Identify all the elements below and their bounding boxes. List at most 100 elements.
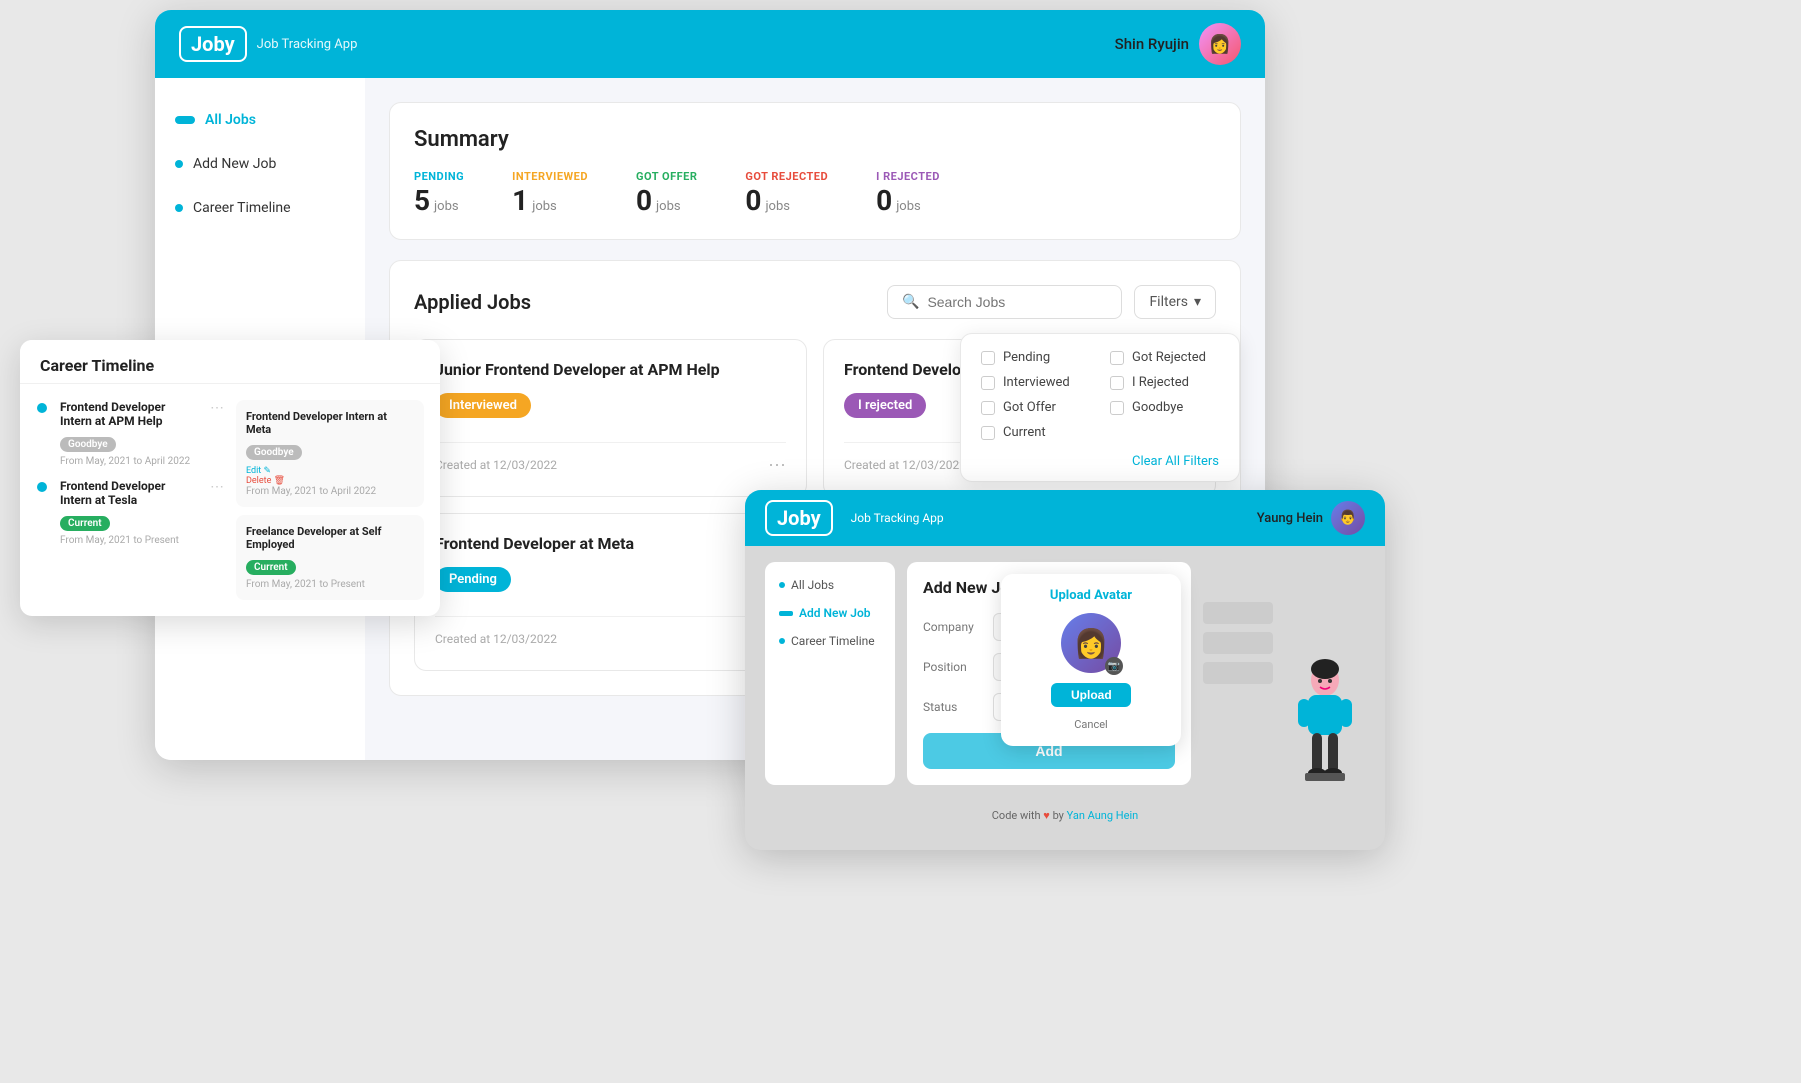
aj-nav-add-job[interactable]: Add New Job xyxy=(779,606,881,620)
aj-nav-career[interactable]: Career Timeline xyxy=(779,634,881,648)
stat-pending: PENDING 5 jobs xyxy=(414,170,464,215)
job-footer-1: Created at 12/03/2022 ⋯ xyxy=(435,442,786,476)
filter-option-interviewed[interactable]: Interviewed xyxy=(981,375,1090,390)
tl-job-title-1: Frontend Developer Intern at APM Help xyxy=(60,400,198,428)
filter-checkbox-i-rejected[interactable] xyxy=(1110,376,1124,390)
applied-jobs-header: Applied Jobs 🔍 Filters ▾ xyxy=(414,285,1216,319)
add-new-job-window: Joby Job Tracking App Yaung Hein 👨 All J… xyxy=(745,490,1385,850)
filter-label-got-rejected: Got Rejected xyxy=(1132,350,1206,365)
tl-card-title-1: Frontend Developer Intern at Meta xyxy=(246,410,414,436)
search-box[interactable]: 🔍 xyxy=(887,285,1122,319)
camera-icon: 📷 xyxy=(1105,657,1123,675)
add-job-logo-text: Joby xyxy=(777,506,821,530)
aj-nav-career-label: Career Timeline xyxy=(791,634,875,648)
right-input-2 xyxy=(1203,632,1273,654)
company-label: Company xyxy=(923,620,993,634)
stat-got-rejected-value: 0 xyxy=(745,184,761,217)
footer: Code with ♥ by Yan Aung Hein xyxy=(745,801,1385,830)
career-timeline-body: Frontend Developer Intern at APM Help Go… xyxy=(20,384,440,616)
aj-dash-add-job xyxy=(779,611,793,616)
add-job-header-right: Yaung Hein 👨 xyxy=(1257,501,1365,535)
header-right: Shin Ryujin 👩 xyxy=(1115,23,1241,65)
stat-interviewed-sub: jobs xyxy=(532,199,557,214)
filter-options: Pending Got Rejected Interviewed I xyxy=(981,350,1219,440)
add-job-form: Add New Job Company Position Status Pend… xyxy=(907,562,1191,785)
filter-checkbox-current[interactable] xyxy=(981,426,995,440)
job-footer-3: Created at 12/03/2022 ⋯ xyxy=(435,616,786,650)
job-date-1: Created at 12/03/2022 xyxy=(435,458,557,472)
sidebar-active-indicator xyxy=(175,116,195,124)
sidebar-dot-add xyxy=(175,160,183,168)
search-input[interactable] xyxy=(927,294,1107,310)
heart-icon: ♥ xyxy=(1043,809,1052,822)
girl-illustration-container xyxy=(1285,562,1365,785)
sidebar-dot-career xyxy=(175,204,183,212)
user-avatar: 👩 xyxy=(1199,23,1241,65)
aj-nav-all-jobs[interactable]: All Jobs xyxy=(779,578,881,592)
cancel-upload-button[interactable]: Cancel xyxy=(1074,718,1107,731)
logo-box: Joby xyxy=(179,26,247,62)
footer-text: Code with xyxy=(992,809,1041,822)
filter-label-got-offer: Got Offer xyxy=(1003,400,1056,415)
tl-job-title-2: Frontend Developer Intern at Tesla xyxy=(60,479,198,507)
sidebar-label-all-jobs: All Jobs xyxy=(205,112,256,128)
filter-option-pending[interactable]: Pending xyxy=(981,350,1090,365)
app-subtitle: Job Tracking App xyxy=(257,37,358,52)
tl-card-date-2: From May, 2021 to Present xyxy=(246,579,414,590)
add-job-user-name: Yaung Hein xyxy=(1257,511,1323,526)
filter-checkbox-got-offer[interactable] xyxy=(981,401,995,415)
add-job-avatar: 👨 xyxy=(1331,501,1365,535)
stat-i-rejected: I REJECTED 0 jobs xyxy=(876,170,940,215)
app-logo: Joby xyxy=(191,32,235,56)
stat-pending-label: PENDING xyxy=(414,170,464,183)
tl-more-1[interactable]: ⋯ xyxy=(210,400,224,467)
filter-checkbox-goodbye[interactable] xyxy=(1110,401,1124,415)
filter-button[interactable]: Filters ▾ xyxy=(1134,285,1216,319)
career-timeline-title: Career Timeline xyxy=(40,356,154,375)
summary-stats: PENDING 5 jobs INTERVIEWED 1 jobs GOT OF… xyxy=(414,170,1216,215)
sidebar-item-career-timeline[interactable]: Career Timeline xyxy=(175,196,345,220)
footer-by: by xyxy=(1053,809,1064,822)
filter-label-goodbye: Goodbye xyxy=(1132,400,1183,415)
tl-more-2[interactable]: ⋯ xyxy=(210,479,224,546)
stat-got-rejected-label: GOT REJECTED xyxy=(745,170,828,183)
tl-card-badge-1: Goodbye xyxy=(246,445,302,460)
timeline-dot-1 xyxy=(37,403,47,413)
sidebar-label-add-job: Add New Job xyxy=(193,156,276,172)
filter-label-current: Current xyxy=(1003,425,1046,440)
tl-card-delete-1[interactable]: Delete 🗑 xyxy=(246,476,414,486)
filter-option-i-rejected[interactable]: I Rejected xyxy=(1110,375,1219,390)
sidebar-item-all-jobs[interactable]: All Jobs xyxy=(175,108,345,132)
filter-option-got-rejected[interactable]: Got Rejected xyxy=(1110,350,1219,365)
filter-checkbox-interviewed[interactable] xyxy=(981,376,995,390)
job-date-3: Created at 12/03/2022 xyxy=(435,632,557,646)
job-title-1: Junior Frontend Developer at APM Help xyxy=(435,360,786,381)
upload-button[interactable]: Upload xyxy=(1051,683,1131,707)
search-filter-row: 🔍 Filters ▾ xyxy=(887,285,1216,319)
stat-i-rejected-value: 0 xyxy=(876,184,892,217)
filter-option-got-offer[interactable]: Got Offer xyxy=(981,400,1090,415)
timeline-right-column: Frontend Developer Intern at Meta Goodby… xyxy=(236,400,424,600)
clear-all-filters-button[interactable]: Clear All Filters xyxy=(981,454,1219,469)
user-name: Shin Ryujin xyxy=(1115,35,1189,53)
upload-avatar-title: Upload Avatar xyxy=(1015,588,1167,603)
right-input-3 xyxy=(1203,662,1273,684)
stat-got-offer: GOT OFFER 0 jobs xyxy=(636,170,697,215)
tl-badge-2: Current xyxy=(60,516,110,531)
filter-option-goodbye[interactable]: Goodbye xyxy=(1110,400,1219,415)
filter-checkbox-pending[interactable] xyxy=(981,351,995,365)
tl-card-2: Freelance Developer at Self Employed Cur… xyxy=(236,515,424,600)
sidebar-item-add-new-job[interactable]: Add New Job xyxy=(175,152,345,176)
add-job-sidebar: All Jobs Add New Job Career Timeline xyxy=(765,562,895,785)
job-more-button-1[interactable]: ⋯ xyxy=(768,455,786,476)
stat-interviewed-value: 1 xyxy=(512,184,528,217)
timeline-item-1: Frontend Developer Intern at APM Help Go… xyxy=(36,400,224,467)
filter-checkbox-got-rejected[interactable] xyxy=(1110,351,1124,365)
girl-illustration xyxy=(1290,655,1360,785)
tl-card-edit-1[interactable]: Edit ✎ xyxy=(246,466,414,476)
tl-card-date-1: From May, 2021 to April 2022 xyxy=(246,486,414,497)
tl-card-badge-2: Current xyxy=(246,560,296,575)
career-timeline-header: Career Timeline xyxy=(20,340,440,384)
filter-option-current[interactable]: Current xyxy=(981,425,1090,440)
filter-label-interviewed: Interviewed xyxy=(1003,375,1070,390)
